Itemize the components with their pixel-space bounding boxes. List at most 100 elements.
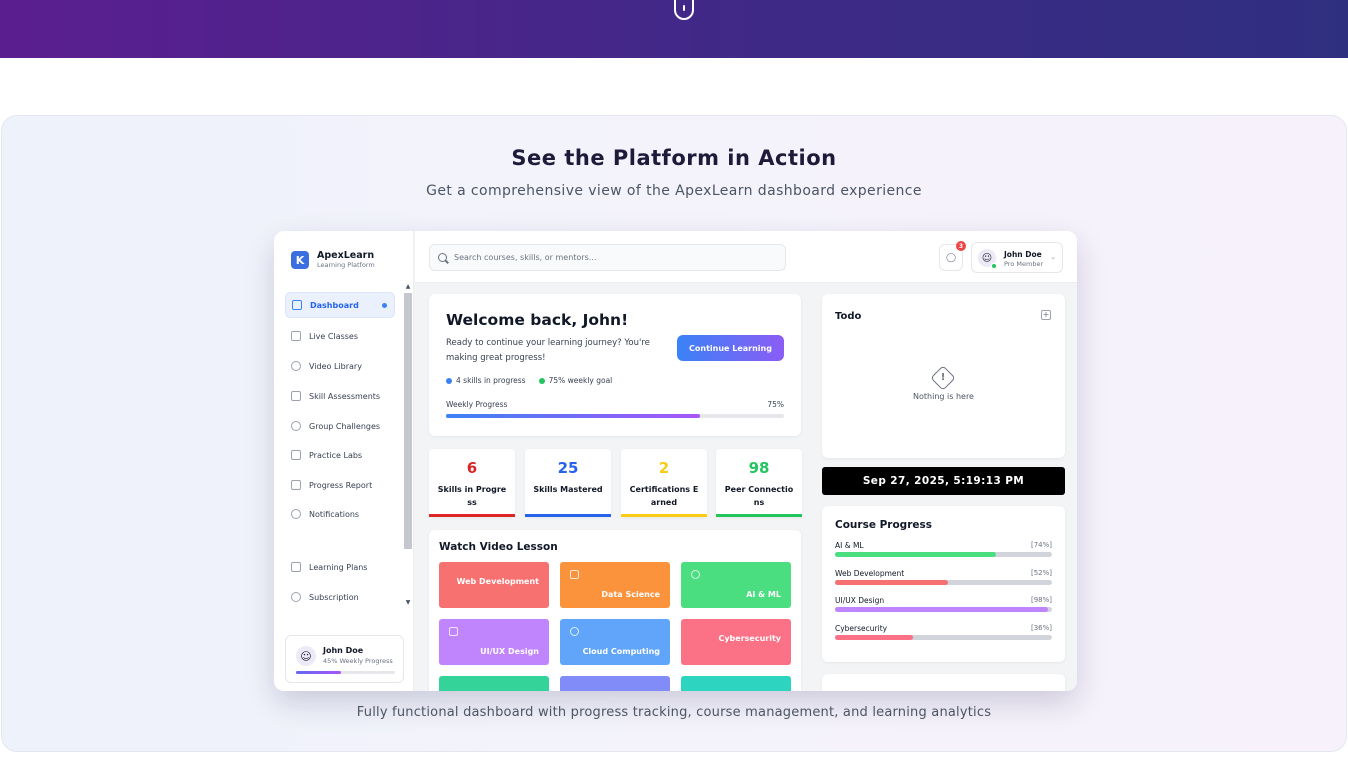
brand-logo-icon: K [291,251,309,269]
course-percent: [52%] [1030,569,1052,577]
video-tile-cloud-computing[interactable]: Cloud Computing [560,619,670,665]
chip-label: 4 skills in progress [456,376,526,385]
stat-value: 25 [557,459,579,477]
course-progress-bar [835,635,1052,640]
exclamation-icon: ! [940,372,946,383]
brand[interactable]: K ApexLearn Learning Platform [291,249,375,271]
clipboard-icon [291,391,301,401]
stat-value: 6 [466,459,478,477]
stat-card-skills-mastered[interactable]: 25 Skills Mastered [525,449,611,517]
add-todo-icon[interactable]: + [1041,310,1051,320]
stat-accent-line [429,514,515,517]
course-progress-card: Course Progress AI & ML [74%] Web Develo… [822,506,1065,662]
video-tile[interactable] [681,676,791,691]
bell-icon: ◯ [945,252,957,263]
video-tile[interactable] [439,676,549,691]
tile-label: Cloud Computing [582,647,660,656]
scroll-up-icon[interactable]: ▲ [404,283,412,290]
weekly-progress-bar [446,414,784,418]
platform-preview-section: See the Platform in Action Get a compreh… [1,115,1347,752]
course-row-cybersecurity[interactable]: Cybersecurity [36%] [835,624,1052,646]
course-progress-fill [835,552,996,557]
video-tile-data-science[interactable]: Data Science [560,562,670,608]
sidebar-item-practice-labs[interactable]: Practice Labs [285,442,395,468]
video-icon [291,331,301,341]
sidebar-item-label: Video Library [309,361,362,371]
stat-card-skills-in-progress[interactable]: 6 Skills in Progress [429,449,515,517]
tile-label: Data Science [601,590,660,599]
sidebar-item-label: Skill Assessments [309,391,381,401]
sidebar-item-progress-report[interactable]: Progress Report [285,472,395,498]
sidebar-item-skill-assessments[interactable]: Skill Assessments [285,383,395,409]
video-tile-ui-ux-design[interactable]: UI/UX Design [439,619,549,665]
hero-banner [0,0,1348,58]
date-time-display: Sep 27, 2025, 5:19:13 PM [822,467,1065,495]
sidebar-item-group-challenges[interactable]: Group Challenges [285,413,395,439]
stat-label: Skills in Progress [437,485,507,507]
stat-card-certifications[interactable]: 2 Certifications Earned [621,449,707,517]
video-tile[interactable] [560,676,670,691]
video-tile-ai-ml[interactable]: AI & ML [681,562,791,608]
notifications-button[interactable]: ◯ 3 [939,241,966,271]
tile-label: Cybersecurity [718,634,781,643]
topbar: Search courses, skills, or mentors... ◯ … [415,231,1077,283]
stat-label: Certifications Earned [629,485,699,507]
course-name: Cybersecurity [835,624,888,633]
weekly-progress-label: Weekly Progress [446,400,508,409]
course-row-ui-ux-design[interactable]: UI/UX Design [98%] [835,596,1052,618]
stat-label: Peer Connections [724,485,794,507]
profile-name: John Doe [1004,250,1042,259]
cloud-icon [570,627,579,636]
scroll-down-icon[interactable]: ▼ [404,599,412,606]
search-placeholder: Search courses, skills, or mentors... [454,253,597,262]
course-percent: [74%] [1030,541,1052,549]
weekly-progress-fill [446,414,700,418]
chart-icon [291,480,301,490]
sidebar-item-label: Progress Report [309,480,373,490]
course-progress-fill [835,635,914,640]
course-percent: [36%] [1030,624,1052,632]
search-input[interactable]: Search courses, skills, or mentors... [429,244,786,271]
sidebar-user-card[interactable]: ☺ John Doe 45% Weekly Progress [285,635,404,683]
notification-badge: 3 [956,241,966,251]
tile-label: Web Development [456,577,539,586]
video-tile-cybersecurity[interactable]: Cybersecurity [681,619,791,665]
course-row-ai-ml[interactable]: AI & ML [74%] [835,541,1052,563]
brand-name: ApexLearn [317,250,375,261]
weekly-progress-value: 75% [767,400,784,409]
profile-menu[interactable]: ☺ John Doe Pro Member ⌄ [971,242,1063,273]
sidebar-item-subscription[interactable]: Subscription [285,584,395,610]
section-subtitle: Get a comprehensive view of the ApexLear… [426,183,922,199]
sidebar-item-dashboard[interactable]: Dashboard [285,292,395,318]
sidebar-item-label: Live Classes [309,331,359,341]
profile-role: Pro Member [1004,260,1044,268]
lab-icon [291,450,301,460]
sidebar-item-video-library[interactable]: Video Library [285,353,395,379]
course-row-web-development[interactable]: Web Development [52%] [835,569,1052,591]
todo-card: Todo + ! Nothing is here [822,294,1065,458]
stat-card-peer-connections[interactable]: 98 Peer Connections [716,449,802,517]
sidebar-item-learning-plans[interactable]: Learning Plans [285,554,395,580]
brain-icon [691,570,700,579]
scroll-thumb[interactable] [404,293,412,549]
sidebar-item-label: Subscription [309,592,359,602]
trophy-icon [291,421,301,431]
course-progress-title: Course Progress [835,519,933,531]
user-progress-fill [296,671,341,674]
sidebar-scrollbar[interactable]: ▲ ▼ [403,283,413,609]
sidebar-item-label: Dashboard [310,300,359,310]
chip-label: 75% weekly goal [548,376,613,385]
user-progress-bar [296,671,395,674]
video-tile-web-development[interactable]: Web Development [439,562,549,608]
course-percent: [98%] [1030,596,1052,604]
next-card [822,674,1065,691]
sidebar-item-label: Group Challenges [309,421,381,431]
weekly-goal-chip: 75% weekly goal [538,376,613,385]
section-caption: Fully functional dashboard with progress… [356,705,992,720]
sidebar-item-live-classes[interactable]: Live Classes [285,323,395,349]
sidebar-item-notifications[interactable]: Notifications [285,501,395,527]
scroll-mouse-icon[interactable] [674,0,694,20]
course-progress-fill [835,607,1048,612]
empty-state-text: Nothing is here [913,392,974,401]
continue-learning-button[interactable]: Continue Learning [677,335,784,361]
